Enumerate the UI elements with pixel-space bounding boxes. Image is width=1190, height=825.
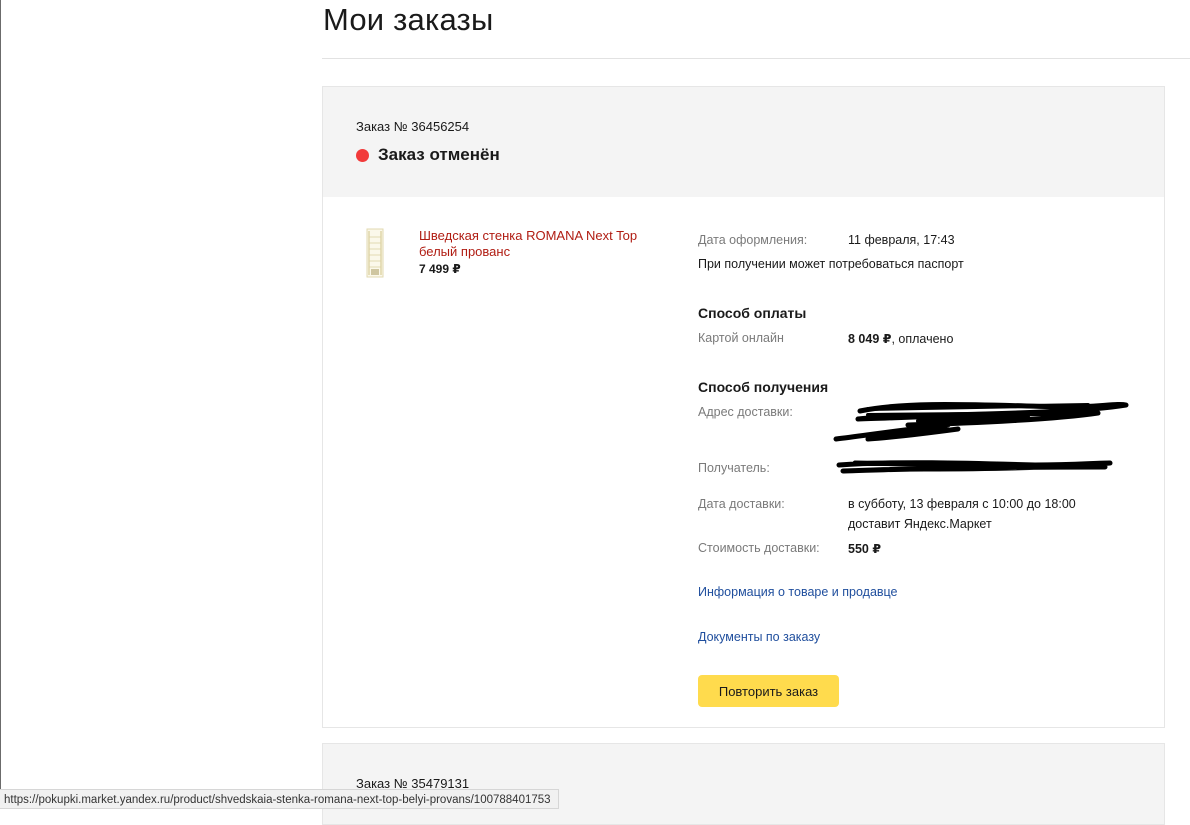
payment-title: Способ оплаты xyxy=(698,305,807,321)
recipient-label: Получатель: xyxy=(698,461,770,475)
payment-value: 8 049 ₽, оплачено xyxy=(848,331,953,346)
title-divider xyxy=(322,58,1190,59)
order-number: Заказ № 36456254 xyxy=(356,119,470,134)
browser-status-bar: https://pokupki.market.yandex.ru/product… xyxy=(0,789,559,809)
product-price: 7 499 ₽ xyxy=(419,262,461,276)
order-date-label: Дата оформления: xyxy=(698,233,808,247)
payment-method-label: Картой онлайн xyxy=(698,331,784,345)
order-status-text: Заказ отменён xyxy=(378,145,500,164)
order-header: Заказ № 35479131 xyxy=(323,744,1164,824)
delivery-cost-value: 550 ₽ xyxy=(848,542,882,556)
product-name-link[interactable]: Шведская стенка ROMANA Next Top белый пр… xyxy=(419,228,659,260)
order-card: Заказ № 35479131 xyxy=(322,743,1165,825)
payment-amount: 8 049 ₽ xyxy=(848,332,892,346)
address-label: Адрес доставки: xyxy=(698,405,793,419)
window-left-edge xyxy=(0,0,1,809)
delivery-cost-label: Стоимость доставки: xyxy=(698,541,820,555)
order-status: Заказ отменён xyxy=(356,145,500,165)
delivery-date-value: в субботу, 13 февраля с 10:00 до 18:00 xyxy=(848,497,1076,511)
repeat-order-button[interactable]: Повторить заказ xyxy=(698,675,839,707)
passport-note: При получении может потребоваться паспор… xyxy=(698,257,964,271)
order-date-value: 11 февраля, 17:43 xyxy=(848,233,955,247)
delivery-title: Способ получения xyxy=(698,379,829,395)
order-card: Заказ № 36456254 Заказ отменён Шведская … xyxy=(322,86,1165,728)
product-info-link[interactable]: Информация о товаре и продавце xyxy=(698,585,898,599)
delivery-provider: доставит Яндекс.Маркет xyxy=(848,517,992,531)
redaction-scribble xyxy=(833,401,1129,442)
order-documents-link[interactable]: Документы по заказу xyxy=(698,630,820,644)
payment-status: , оплачено xyxy=(891,332,954,346)
product-thumbnail[interactable] xyxy=(364,227,386,279)
page-title: Мои заказы xyxy=(323,2,494,37)
order-header: Заказ № 36456254 Заказ отменён xyxy=(323,87,1164,197)
delivery-date-label: Дата доставки: xyxy=(698,497,785,511)
status-dot-icon xyxy=(356,148,369,162)
redaction-scribble xyxy=(836,460,1113,474)
